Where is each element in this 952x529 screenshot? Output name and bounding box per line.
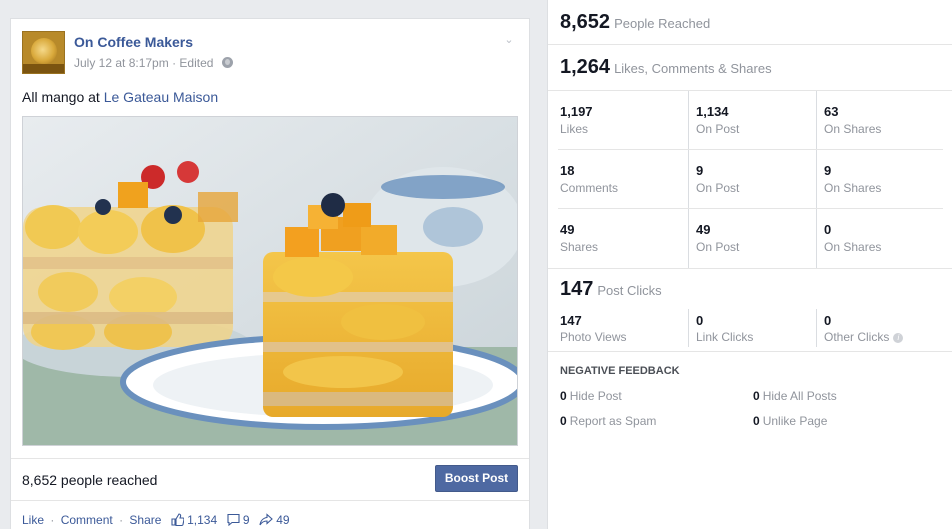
info-icon[interactable]: i	[893, 333, 904, 343]
engagement-row: 1,264 Likes, Comments & Shares	[548, 45, 952, 91]
comments-on-shares-cell: 9 On Shares	[816, 150, 944, 209]
post-text: All mango at Le Gateau Maison	[22, 89, 219, 105]
people-reached-row: 8,652 People Reached	[548, 0, 952, 45]
shares-on-shares-cell: 0 On Shares	[816, 209, 944, 268]
globe-icon[interactable]	[221, 57, 233, 68]
post-header: On Coffee Makers July 12 at 8:17pm · Edi…	[22, 31, 518, 75]
post-insights-panel: 8,652 People Reached 1,264 Likes, Comments…	[547, 0, 952, 529]
thumbs-up-icon	[171, 513, 184, 526]
page-name-link[interactable]: On Coffee Makers	[74, 34, 193, 50]
hide-all-posts-stat: 0 Hide All Posts	[753, 389, 837, 403]
page-avatar[interactable]	[22, 31, 65, 74]
comments-cell: 18 Comments	[560, 163, 619, 195]
post-clicks-section: 147 Post Clicks 147 Photo Views 0 Link Cl…	[548, 268, 952, 352]
likes-on-shares-cell: 63 On Shares	[816, 91, 944, 150]
mango-cake-photo	[23, 117, 517, 445]
people-reached-label: People Reached	[614, 16, 711, 31]
chevron-down-icon[interactable]: ⌄	[502, 33, 516, 47]
comments-breakdown-row: 18 Comments 9 On Post 9 On Shares	[548, 150, 952, 209]
like-link[interactable]: Like	[22, 513, 44, 527]
post-photo[interactable]	[22, 116, 518, 446]
likes-on-post-cell: 1,134 On Post	[688, 91, 816, 150]
likes-cell: 1,197 Likes	[560, 104, 593, 136]
post-actions: Like · Comment · Share 1,134 9 49	[22, 513, 290, 527]
comment-link[interactable]: Comment	[61, 513, 113, 527]
likes-metric[interactable]: 1,134	[171, 513, 221, 527]
other-clicks-cell: 0 Other Clicks i	[816, 309, 944, 347]
reach-row: 8,652 people reached Boost Post	[11, 458, 529, 500]
edited-label[interactable]: Edited	[179, 56, 213, 70]
shares-on-post-cell: 49 On Post	[688, 209, 816, 268]
post-clicks-value: 147	[560, 278, 594, 300]
photo-views-cell: 147 Photo Views	[560, 313, 627, 344]
likes-breakdown-row: 1,197 Likes 1,134 On Post 63 On Shares	[548, 91, 952, 150]
actions-row: Like · Comment · Share 1,134 9 49	[11, 500, 529, 529]
people-reached-text[interactable]: 8,652 people reached	[22, 472, 157, 488]
post-clicks-label: Post Clicks	[597, 283, 662, 298]
engagement-value: 1,264	[560, 56, 611, 78]
people-reached-value: 8,652	[560, 11, 611, 33]
post-card: On Coffee Makers July 12 at 8:17pm · Edi…	[10, 18, 530, 529]
boost-post-button[interactable]: Boost Post	[435, 465, 518, 492]
location-link[interactable]: Le Gateau Maison	[104, 89, 218, 105]
shares-metric[interactable]: 49	[259, 513, 290, 527]
shares-cell: 49 Shares	[560, 222, 599, 254]
shares-breakdown-row: 49 Shares 49 On Post 0 On Shares	[548, 209, 952, 268]
post-meta: July 12 at 8:17pm · Edited	[74, 56, 233, 70]
comments-metric[interactable]: 9	[226, 513, 253, 527]
comments-on-post-cell: 9 On Post	[688, 150, 816, 209]
negative-feedback-title: NEGATIVE FEEDBACK	[560, 365, 680, 377]
report-spam-stat: 0 Report as Spam	[560, 414, 657, 428]
unlike-page-stat: 0 Unlike Page	[753, 414, 828, 428]
comment-icon	[226, 513, 240, 526]
link-clicks-cell: 0 Link Clicks	[688, 309, 816, 347]
share-icon	[259, 513, 273, 526]
hide-post-stat: 0 Hide Post	[560, 389, 622, 403]
engagement-label: Likes, Comments & Shares	[614, 61, 772, 76]
post-timestamp[interactable]: July 12 at 8:17pm	[74, 56, 169, 70]
share-link[interactable]: Share	[129, 513, 161, 527]
